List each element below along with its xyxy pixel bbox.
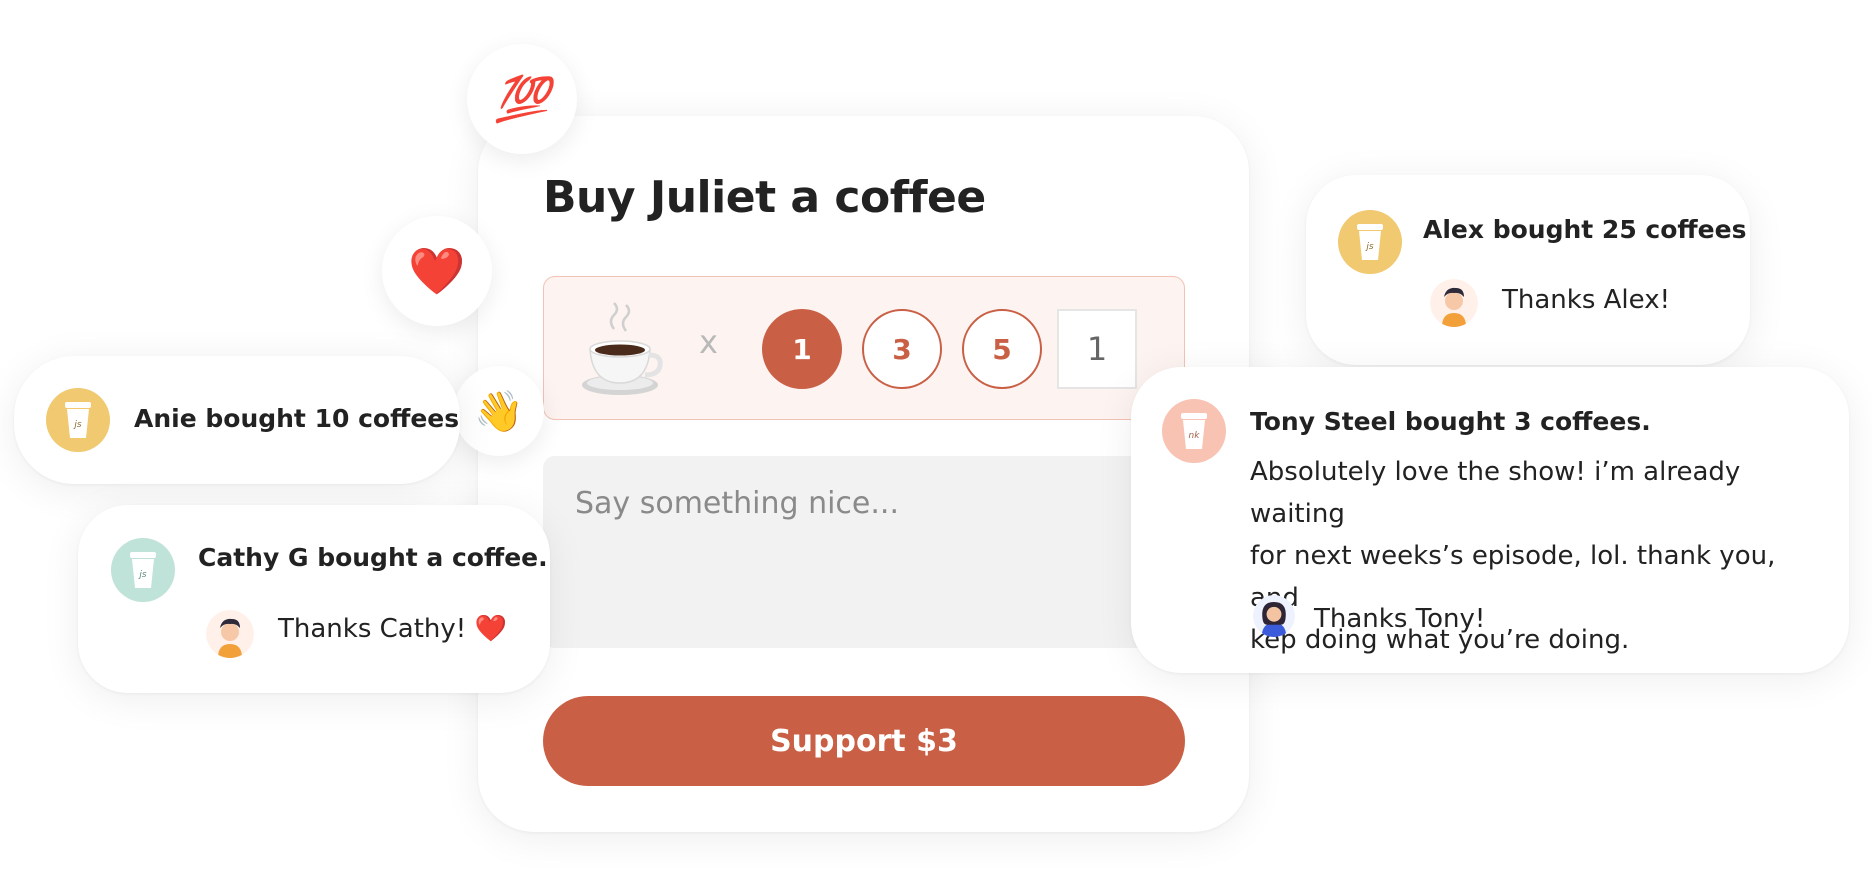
notification-tony: nk Tony Steel bought 3 coffees. Absolute…: [1131, 367, 1849, 673]
notification-title: Cathy G bought a coffee.: [198, 543, 548, 572]
notification-title: Tony Steel bought 3 coffees.: [1250, 407, 1651, 436]
hundred-points-reaction: 💯: [467, 44, 577, 154]
coffee-cup-icon: [582, 302, 663, 395]
multiplier-sign: x: [699, 323, 718, 361]
coffee-cup-avatar: js: [1338, 210, 1402, 274]
svg-text:js: js: [137, 570, 147, 580]
message-input[interactable]: [543, 456, 1185, 648]
creator-avatar: [1253, 595, 1295, 637]
notification-title: Anie bought 10 coffees: [134, 404, 460, 433]
page-title: Buy Juliet a coffee: [543, 172, 986, 223]
wave-reaction: 👋: [454, 366, 544, 456]
takeaway-cup-icon: js: [130, 552, 156, 588]
takeaway-cup-icon: js: [65, 402, 91, 438]
custom-quantity-input[interactable]: [1057, 309, 1137, 389]
notification-anie: js Anie bought 10 coffees: [14, 356, 460, 484]
svg-text:nk: nk: [1189, 431, 1201, 441]
reply-text: Thanks Cathy! ❤️: [278, 614, 507, 644]
notification-cathy: js Cathy G bought a coffee. Thanks Cathy…: [78, 505, 550, 693]
hundred-points-icon: 💯: [494, 74, 550, 125]
svg-text:js: js: [72, 420, 82, 430]
message-line: Absolutely love the show! i’m already wa…: [1250, 457, 1741, 529]
svg-text:js: js: [1364, 242, 1374, 252]
takeaway-cup-icon: nk: [1181, 413, 1207, 449]
quantity-option-1[interactable]: 1: [762, 309, 842, 389]
reply-text: Thanks Alex!: [1502, 285, 1670, 315]
quantity-option-3[interactable]: 3: [862, 309, 942, 389]
creator-avatar: [1430, 279, 1478, 327]
quantity-option-5[interactable]: 5: [962, 309, 1042, 389]
creator-avatar: [206, 610, 254, 658]
takeaway-cup-icon: js: [1357, 224, 1383, 260]
notification-alex: js Alex bought 25 coffees Thanks Alex!: [1306, 175, 1750, 365]
support-button[interactable]: Support $3: [543, 696, 1185, 786]
coffee-cup-avatar: js: [111, 538, 175, 602]
notification-title: Alex bought 25 coffees: [1423, 215, 1747, 244]
heart-icon: ❤️: [408, 243, 466, 298]
heart-reaction: ❤️: [382, 216, 492, 326]
coffee-cup-avatar: js: [46, 388, 110, 452]
coffee-cup-avatar: nk: [1162, 399, 1226, 463]
waving-hand-icon: 👋: [474, 388, 524, 435]
quantity-selector: x 1 3 5: [543, 276, 1185, 420]
reply-text: Thanks Tony!: [1314, 604, 1486, 634]
